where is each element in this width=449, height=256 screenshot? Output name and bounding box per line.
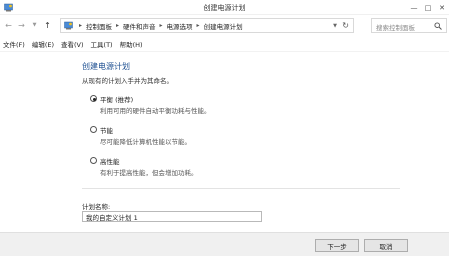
window-title: 创建电源计划 [203, 4, 246, 12]
breadcrumb-hardware-sound[interactable]: 硬件和声音 [123, 21, 156, 31]
maximize-button[interactable]: □ [421, 0, 435, 15]
plan-option-title: 高性能 [100, 158, 120, 166]
close-button[interactable]: ✕ [435, 0, 449, 15]
refresh-icon[interactable]: ↻ [342, 21, 349, 30]
next-button[interactable]: 下一步 [315, 239, 359, 252]
title-bar: 创建电源计划 — □ ✕ [0, 0, 449, 15]
menu-view[interactable]: 查看(V) [61, 39, 84, 49]
plan-option-description: 利用可用的硬件自动平衡功耗与性能。 [100, 107, 211, 115]
menu-bar: 文件(F) 编辑(E) 查看(V) 工具(T) 帮助(H) [0, 36, 449, 52]
minimize-button[interactable]: — [407, 0, 421, 15]
breadcrumb-power-options[interactable]: 电源选项 [167, 21, 193, 31]
navigation-bar: ← → ▼ ↑ ▸ 控制面板 ▸ 硬件和声音 ▸ 电源选项 ▸ 创建电源计划 ▼… [0, 15, 449, 36]
address-dropdown-icon[interactable]: ▼ [333, 23, 337, 29]
menu-file[interactable]: 文件(F) [3, 39, 25, 49]
plan-option-description: 尽可能降低计算机性能以节能。 [100, 138, 191, 146]
radio-balanced[interactable] [90, 95, 97, 102]
page-heading: 创建电源计划 [82, 62, 130, 71]
back-arrow-icon[interactable]: ← [4, 21, 13, 30]
main-content: 创建电源计划 从现有的计划入手并为其命名。 平衡 (推荐) 利用可用的硬件自动平… [0, 52, 449, 256]
plan-name-label: 计划名称: [82, 203, 111, 211]
section-divider [82, 188, 400, 189]
menu-help[interactable]: 帮助(H) [120, 39, 143, 49]
plan-option-description: 有利于提高性能，但会增加功耗。 [100, 169, 198, 177]
control-panel-icon [64, 21, 73, 30]
radio-high-performance[interactable] [90, 157, 97, 164]
plan-name-field[interactable] [82, 211, 262, 222]
radio-power-saver[interactable] [90, 126, 97, 133]
plan-option-title: 节能 [100, 127, 113, 135]
search-placeholder: 搜索控制面板 [376, 24, 415, 32]
up-arrow-icon[interactable]: ↑ [43, 21, 52, 30]
forward-arrow-icon[interactable]: → [17, 21, 26, 30]
plan-option-title: 平衡 (推荐) [100, 96, 134, 104]
search-input[interactable]: 搜索控制面板 [371, 18, 447, 33]
menu-edit[interactable]: 编辑(E) [32, 39, 54, 49]
breadcrumb-separator-icon: ▸ [159, 22, 163, 29]
action-bar: 下一步 取消 [0, 232, 449, 256]
breadcrumb-separator-icon: ▸ [196, 22, 200, 29]
breadcrumb-control-panel[interactable]: 控制面板 [86, 21, 112, 31]
breadcrumb-separator-icon: ▸ [79, 22, 83, 29]
page-subtitle: 从现有的计划入手并为其命名。 [82, 77, 173, 85]
search-icon[interactable] [434, 22, 442, 30]
cancel-button[interactable]: 取消 [364, 239, 408, 252]
menu-tools[interactable]: 工具(T) [91, 39, 113, 49]
address-bar[interactable]: ▸ 控制面板 ▸ 硬件和声音 ▸ 电源选项 ▸ 创建电源计划 ▼ ↻ [60, 18, 354, 33]
breadcrumb-separator-icon: ▸ [116, 22, 120, 29]
breadcrumb-create-plan[interactable]: 创建电源计划 [204, 21, 243, 31]
recent-pages-chevron-icon[interactable]: ▼ [30, 21, 39, 30]
window-controls: — □ ✕ [407, 0, 449, 15]
